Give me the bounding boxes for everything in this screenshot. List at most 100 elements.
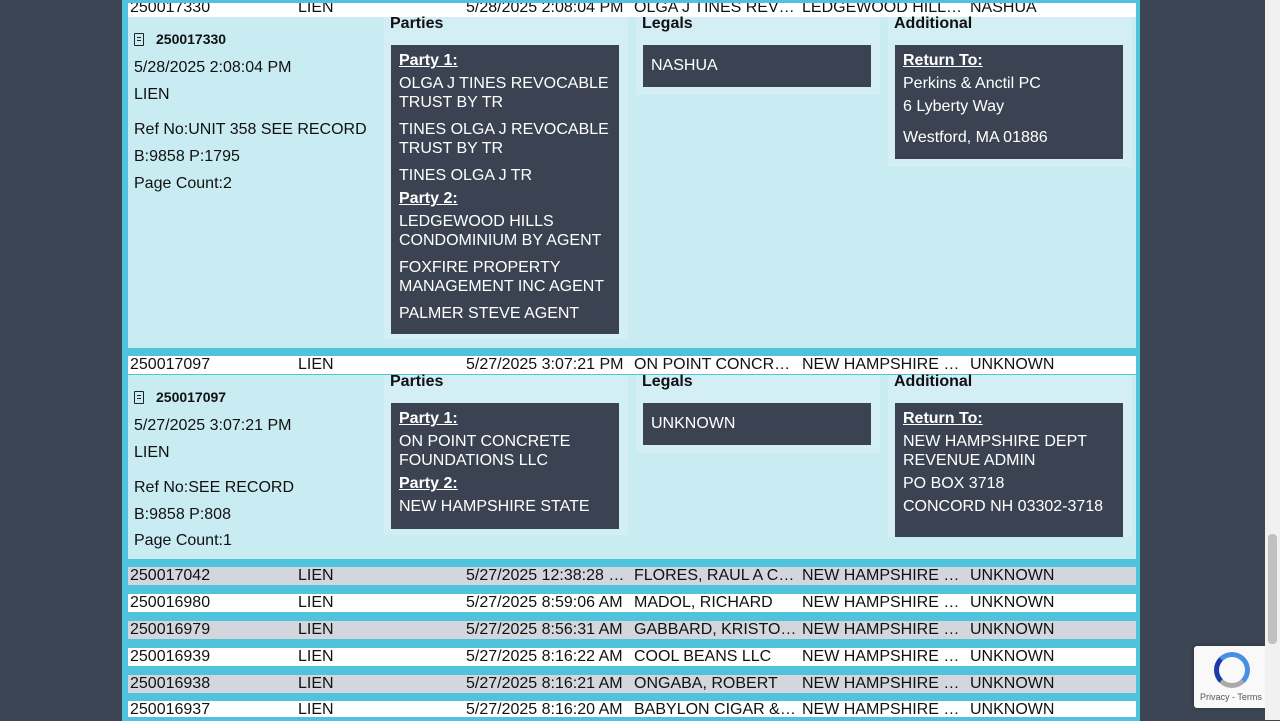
row-party1: GABBARD, KRISTOPHER xyxy=(634,621,800,638)
legals-title: Legals xyxy=(642,15,693,32)
table-row[interactable]: 250016939 LIEN 5/27/2025 8:16:22 AM COOL… xyxy=(128,648,1136,666)
row-party2: NEW HAMPSHIRE STATE xyxy=(802,621,968,638)
record-ref: Ref No:UNIT 358 SEE RECORD xyxy=(134,121,367,138)
row-party2: NEW HAMPSHIRE STATE xyxy=(802,701,968,718)
row-date: 5/27/2025 8:16:20 AM xyxy=(466,701,623,718)
row-id: 250017330 xyxy=(130,0,211,16)
return-label: Return To: xyxy=(903,52,983,69)
record-detail: 250017330 5/28/2025 2:08:04 PM LIEN Ref … xyxy=(128,15,1136,348)
party-name: TINES OLGA J REVOCABLE TRUST BY TR xyxy=(399,121,609,157)
row-party2: NEW HAMPSHIRE STATE xyxy=(802,675,968,692)
row-type: LIEN xyxy=(298,356,334,373)
record-link[interactable]: 250017330 xyxy=(134,31,226,47)
table-row[interactable]: 250016979 LIEN 5/27/2025 8:56:31 AM GABB… xyxy=(128,621,1136,639)
row-party2: NEW HAMPSHIRE STATE xyxy=(802,567,968,584)
table-row[interactable]: 250017097 LIEN 5/27/2025 3:07:21 PM ON P… xyxy=(128,356,1136,374)
return-line: Westford, MA 01886 xyxy=(903,129,1048,146)
row-id: 250016979 xyxy=(130,621,211,638)
record-pages: Page Count:1 xyxy=(134,532,232,549)
legals-box: NASHUA xyxy=(643,45,871,87)
scrollbar-thumb[interactable] xyxy=(1268,534,1277,644)
party-name: LEDGEWOOD HILLS CONDOMINIUM BY AGENT xyxy=(399,213,602,249)
additional-panel: Additional Return To: NEW HAMPSHIRE DEPT… xyxy=(888,373,1132,537)
page-scrollbar[interactable] xyxy=(1265,0,1280,720)
row-party1: FLORES, RAUL A CABRERA xyxy=(634,567,800,584)
table-row[interactable]: 250017330 LIEN 5/28/2025 2:08:04 PM OLGA… xyxy=(128,0,1136,17)
row-legal: UNKNOWN xyxy=(970,621,1055,638)
legals-box: UNKNOWN xyxy=(643,403,871,445)
row-legal: UNKNOWN xyxy=(970,567,1055,584)
row-id: 250016937 xyxy=(130,701,211,718)
party-name: ON POINT CONCRETE FOUNDATIONS LLC xyxy=(399,433,571,469)
row-party1: ON POINT CONCRETE FOUNDATIONS LLC xyxy=(634,356,800,373)
party2-label: Party 2: xyxy=(399,190,458,207)
row-type: LIEN xyxy=(298,621,334,638)
row-type: LIEN xyxy=(298,675,334,692)
additional-box: Return To: Perkins & Anctil PC 6 Lyberty… xyxy=(895,45,1123,159)
return-line: NEW HAMPSHIRE DEPT REVENUE ADMIN xyxy=(903,433,1087,469)
parties-box: Party 1: OLGA J TINES REVOCABLE TRUST BY… xyxy=(391,45,619,334)
row-date: 5/27/2025 8:16:21 AM xyxy=(466,675,623,692)
record-type: LIEN xyxy=(134,444,170,461)
recaptcha-terms[interactable]: Privacy - Terms xyxy=(1200,692,1262,702)
party-name: FOXFIRE PROPERTY MANAGEMENT INC AGENT xyxy=(399,259,605,295)
row-legal: UNKNOWN xyxy=(970,675,1055,692)
parties-title: Parties xyxy=(390,15,444,32)
legals-panel: Legals UNKNOWN xyxy=(636,373,880,453)
record-book: B:9858 P:808 xyxy=(134,506,231,523)
row-date: 5/28/2025 2:08:04 PM xyxy=(466,0,624,16)
row-date: 5/27/2025 3:07:21 PM xyxy=(466,356,624,373)
row-id: 250017097 xyxy=(130,356,211,373)
record-book: B:9858 P:1795 xyxy=(134,148,240,165)
results-frame: 250017330 LIEN 5/28/2025 2:08:04 PM OLGA… xyxy=(122,0,1140,721)
table-row[interactable]: 250016980 LIEN 5/27/2025 8:59:06 AM MADO… xyxy=(128,594,1136,612)
table-row[interactable]: 250016937 LIEN 5/27/2025 8:16:20 AM BABY… xyxy=(128,701,1136,718)
party2-label: Party 2: xyxy=(399,475,458,492)
return-line: CONCORD NH 03302-3718 xyxy=(903,498,1104,515)
row-legal: UNKNOWN xyxy=(970,648,1055,665)
party-name: PALMER STEVE AGENT xyxy=(399,305,580,322)
row-id: 250017042 xyxy=(130,567,211,584)
parties-box: Party 1: ON POINT CONCRETE FOUNDATIONS L… xyxy=(391,403,619,529)
row-date: 5/27/2025 8:56:31 AM xyxy=(466,621,623,638)
parties-panel: Parties Party 1: ON POINT CONCRETE FOUND… xyxy=(384,373,628,535)
party-name: NEW HAMPSHIRE STATE xyxy=(399,498,590,515)
return-line: PO BOX 3718 xyxy=(903,475,1005,492)
record-ref: Ref No:SEE RECORD xyxy=(134,479,295,496)
record-type: LIEN xyxy=(134,86,170,103)
additional-box: Return To: NEW HAMPSHIRE DEPT REVENUE AD… xyxy=(895,403,1123,537)
document-icon xyxy=(134,32,144,46)
legal-value: NASHUA xyxy=(651,57,718,74)
recaptcha-badge[interactable]: Privacy - Terms xyxy=(1194,646,1274,708)
row-legal: UNKNOWN xyxy=(970,701,1055,718)
row-type: LIEN xyxy=(298,648,334,665)
row-id: 250016938 xyxy=(130,675,211,692)
row-party2: NEW HAMPSHIRE STATE xyxy=(802,356,968,373)
return-line: 6 Lyberty Way xyxy=(903,98,1005,115)
record-pages: Page Count:2 xyxy=(134,175,232,192)
row-party1: ONGABA, ROBERT xyxy=(634,675,778,692)
return-label: Return To: xyxy=(903,410,983,427)
row-id: 250016939 xyxy=(130,648,211,665)
additional-title: Additional xyxy=(894,373,973,390)
party-name: TINES OLGA J TR xyxy=(399,167,533,184)
document-icon xyxy=(134,390,144,404)
record-id: 250017330 xyxy=(156,31,227,47)
record-link[interactable]: 250017097 xyxy=(134,389,226,405)
row-legal: UNKNOWN xyxy=(970,594,1055,611)
party1-label: Party 1: xyxy=(399,410,458,427)
parties-panel: Parties Party 1: OLGA J TINES REVOCABLE … xyxy=(384,15,628,339)
party1-label: Party 1: xyxy=(399,52,458,69)
legals-panel: Legals NASHUA xyxy=(636,15,880,95)
table-row[interactable]: 250017042 LIEN 5/27/2025 12:38:28 PM FLO… xyxy=(128,567,1136,585)
record-detail: 250017097 5/27/2025 3:07:21 PM LIEN Ref … xyxy=(128,373,1136,559)
return-line: Perkins & Anctil PC xyxy=(903,75,1041,92)
table-row[interactable]: 250016938 LIEN 5/27/2025 8:16:21 AM ONGA… xyxy=(128,675,1136,693)
legal-value: UNKNOWN xyxy=(651,415,736,432)
row-legal: UNKNOWN xyxy=(970,356,1055,373)
row-date: 5/27/2025 8:16:22 AM xyxy=(466,648,623,665)
parties-title: Parties xyxy=(390,373,444,390)
row-party2: NEW HAMPSHIRE STATE xyxy=(802,648,968,665)
party-name: OLGA J TINES REVOCABLE TRUST BY TR xyxy=(399,75,609,111)
row-date: 5/27/2025 8:59:06 AM xyxy=(466,594,623,611)
